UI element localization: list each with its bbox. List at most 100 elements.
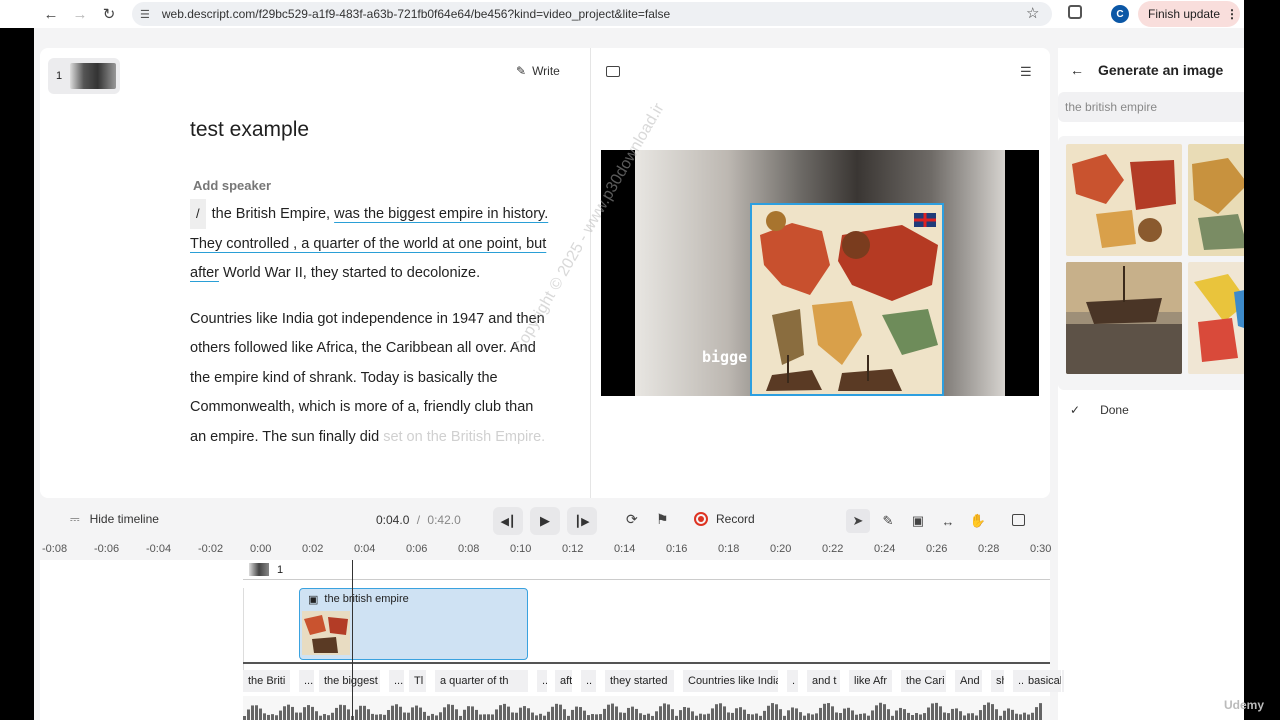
transcript-word[interactable]: And bbox=[955, 670, 983, 692]
finish-update-button[interactable]: Finish update ⋮ bbox=[1138, 1, 1240, 27]
transcript-word[interactable]: the Cari bbox=[901, 670, 947, 692]
razor-icon[interactable]: ✎ bbox=[876, 509, 900, 533]
waveform-bar bbox=[867, 715, 870, 720]
waveform-bar bbox=[399, 706, 402, 720]
waveform-bar bbox=[359, 705, 362, 720]
transcript-word[interactable]: ... bbox=[389, 670, 405, 692]
play-button[interactable]: ▶ bbox=[530, 507, 560, 535]
add-speaker-button[interactable]: Add speaker bbox=[193, 178, 550, 193]
waveform-bar bbox=[535, 715, 538, 720]
generated-image-2[interactable] bbox=[1188, 144, 1244, 256]
track-panel-icon[interactable] bbox=[1012, 514, 1025, 526]
total-time: 0:42.0 bbox=[427, 513, 461, 527]
waveform-bar bbox=[323, 714, 326, 720]
waveform-bar bbox=[975, 715, 978, 720]
waveform-bar bbox=[647, 713, 650, 720]
transcript-word[interactable]: they started bbox=[605, 670, 675, 692]
record-button[interactable]: Record bbox=[694, 512, 755, 526]
range-icon[interactable]: ▣ bbox=[906, 509, 930, 533]
forward-arrow-icon[interactable]: → bbox=[67, 1, 93, 27]
transcript-word[interactable]: Countries like India bbox=[683, 670, 779, 692]
transcript-word[interactable]: Tl bbox=[409, 670, 427, 692]
scene-marker[interactable]: / bbox=[190, 199, 206, 229]
transcript-word[interactable]: aft bbox=[555, 670, 573, 692]
record-icon bbox=[694, 512, 708, 526]
transcript-word[interactable]: ... bbox=[537, 670, 548, 692]
timeline-tracks[interactable]: 1 ▣ the british empire the Briti... the b… bbox=[40, 560, 1065, 720]
waveform-bar bbox=[575, 706, 578, 720]
waveform-bar bbox=[963, 715, 966, 720]
skip-forward-button[interactable]: ┃▶ bbox=[567, 507, 597, 535]
generated-image-3[interactable] bbox=[1066, 262, 1182, 374]
transcript-word[interactable]: the biggest bbox=[319, 670, 381, 692]
video-preview[interactable]: bigge bbox=[601, 150, 1039, 396]
done-button[interactable]: ✓ Done bbox=[1070, 403, 1129, 417]
back-arrow-icon[interactable]: ← bbox=[1070, 62, 1084, 78]
bookmark-icon[interactable]: ⚑ bbox=[656, 511, 669, 528]
waveform-bar bbox=[955, 708, 958, 720]
back-arrow-icon[interactable]: ← bbox=[38, 1, 64, 27]
script-editor[interactable]: test example Add speaker / the British Em… bbox=[190, 118, 550, 452]
transcript-word[interactable]: . bbox=[787, 670, 799, 692]
reload-icon[interactable]: ↻ bbox=[96, 1, 122, 27]
waveform-bar bbox=[835, 712, 838, 720]
url-text: web.descript.com/f29bc529-a1f9-483f-a63b… bbox=[161, 7, 671, 21]
script-paragraph-1[interactable]: / the British Empire, was the biggest emp… bbox=[190, 199, 550, 289]
waveform-bar bbox=[687, 707, 690, 720]
waveform-bar bbox=[763, 710, 766, 720]
image-clip[interactable]: ▣ the british empire bbox=[299, 588, 528, 660]
document-title[interactable]: test example bbox=[190, 118, 550, 142]
scene-track[interactable]: 1 bbox=[243, 560, 1050, 580]
hide-timeline-button[interactable]: ⎓ Hide timeline bbox=[70, 512, 159, 527]
playhead[interactable] bbox=[352, 560, 353, 720]
skip-back-button[interactable]: ◀┃ bbox=[493, 507, 523, 535]
done-label: Done bbox=[1100, 403, 1129, 417]
waveform-bar bbox=[475, 709, 478, 720]
waveform-bar bbox=[559, 704, 562, 720]
site-info-icon[interactable]: ☰ bbox=[140, 8, 150, 21]
ruler-tick: 0:28 bbox=[978, 543, 1000, 555]
image-clip-header: ▣ the british empire bbox=[308, 593, 409, 606]
waveform-bar bbox=[651, 715, 654, 720]
waveform-bar bbox=[735, 708, 738, 720]
transcript-word[interactable]: like Afr bbox=[849, 670, 893, 692]
transcript-track[interactable]: the Briti... the biggest... Tl a quarter of… bbox=[243, 662, 1065, 720]
timeline-ruler[interactable]: -0:08 -0:06 -0:04 -0:02 0:00 0:02 0:04 0:06 0:08… bbox=[40, 540, 1051, 560]
stretch-icon[interactable]: ↔ bbox=[936, 509, 960, 533]
transcript-word[interactable]: and t bbox=[807, 670, 841, 692]
write-button[interactable]: ✎ Write bbox=[516, 64, 560, 78]
image-prompt-input[interactable]: the british empire bbox=[1058, 92, 1244, 122]
transcript-word[interactable]: .. bbox=[581, 670, 597, 692]
waveform-bar bbox=[479, 714, 482, 720]
scene-thumbnail[interactable]: 1 bbox=[48, 58, 120, 94]
transcript-word[interactable]: the Briti bbox=[243, 670, 291, 692]
transcript-word[interactable]: a quarter of th bbox=[435, 670, 529, 692]
loop-icon[interactable]: ⟳ bbox=[626, 511, 638, 528]
transcript-word[interactable]: sh bbox=[991, 670, 1005, 692]
generated-image-4[interactable] bbox=[1188, 262, 1244, 374]
audio-waveform-track[interactable] bbox=[243, 696, 1050, 720]
extensions-icon[interactable] bbox=[1068, 5, 1082, 19]
waveform-bar bbox=[967, 713, 970, 720]
waveform-bar bbox=[371, 713, 374, 720]
waveform-bar bbox=[911, 715, 914, 720]
script-paragraph-2[interactable]: Countries like India got independence in… bbox=[190, 305, 550, 453]
bookmark-star-icon[interactable]: ☆ bbox=[1026, 4, 1039, 22]
waveform-bar bbox=[299, 712, 302, 720]
waveform-bar bbox=[943, 712, 946, 720]
address-bar[interactable]: ☰ web.descript.com/f29bc529-a1f9-483f-a6… bbox=[132, 2, 1052, 26]
waveform-bar bbox=[495, 709, 498, 720]
aspect-ratio-icon[interactable] bbox=[606, 66, 620, 77]
waveform-bar bbox=[699, 713, 702, 720]
profile-avatar[interactable]: C bbox=[1111, 5, 1129, 23]
select-cursor-icon[interactable]: ➤ bbox=[846, 509, 870, 533]
transcript-word[interactable]: ... bbox=[299, 670, 315, 692]
waveform-bar bbox=[491, 714, 494, 720]
transcript-word[interactable]: basically th bbox=[1023, 670, 1062, 692]
generated-image-1[interactable] bbox=[1066, 144, 1182, 256]
generated-map-overlay[interactable] bbox=[750, 203, 944, 396]
hand-icon[interactable]: ✋ bbox=[966, 509, 990, 533]
panel-toggle-icon[interactable]: ☰ bbox=[1020, 64, 1032, 80]
waveform-bar bbox=[691, 711, 694, 720]
ruler-tick: 0:08 bbox=[458, 543, 480, 555]
